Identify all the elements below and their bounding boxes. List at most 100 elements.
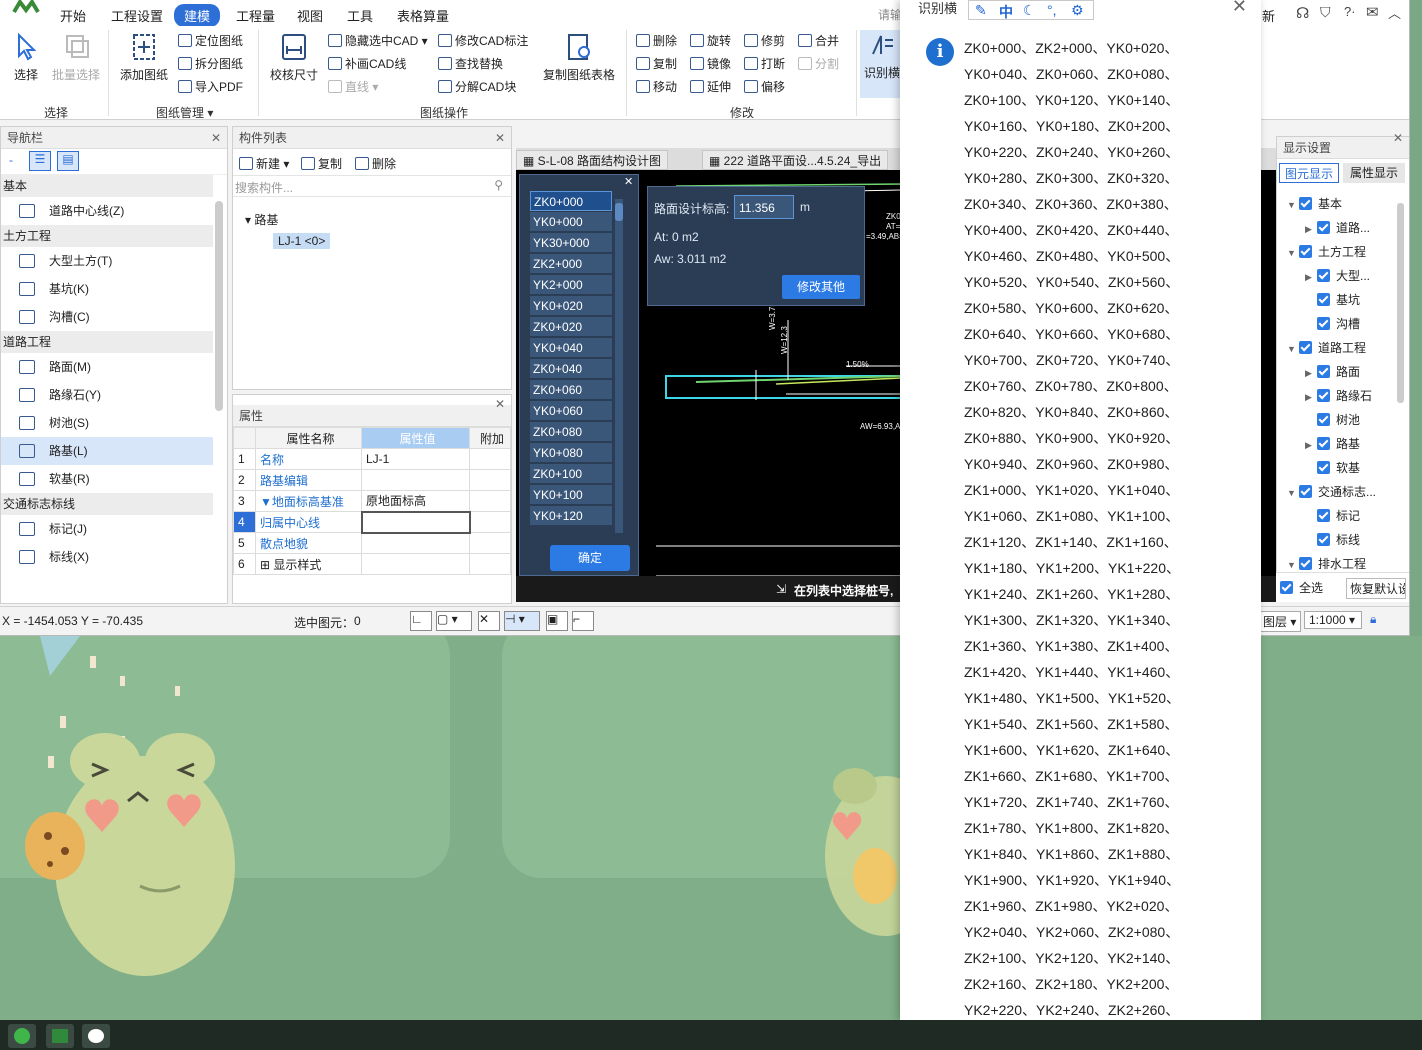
gear-icon[interactable]: ⚙	[1071, 2, 1084, 19]
rotate-button[interactable]: 旋转	[690, 32, 731, 49]
search-icon[interactable]: ⚲	[494, 178, 503, 192]
station-list-item[interactable]: ZK0+020	[530, 317, 612, 337]
display-tree-item[interactable]: 标记	[1305, 507, 1360, 524]
expand-arrow-icon[interactable]: ▶	[1305, 440, 1317, 451]
checkbox-checked[interactable]	[1317, 533, 1330, 546]
checkbox-checked[interactable]	[1317, 317, 1330, 330]
station-list-scrollbar[interactable]	[615, 199, 623, 533]
menu-tools[interactable]: 工具	[347, 6, 373, 25]
table-row[interactable]: 4 归属中心线	[233, 510, 511, 534]
tree-root[interactable]: ▾ 路基	[245, 211, 278, 228]
checkbox-checked[interactable]	[1299, 245, 1312, 258]
nav-scrollbar[interactable]	[215, 201, 223, 411]
component-search[interactable]: 搜索构件... ⚲	[233, 175, 511, 197]
app-taskbar-icon[interactable]	[46, 1024, 74, 1048]
menu-quantity[interactable]: 工程量	[236, 6, 275, 25]
expand-arrow-icon[interactable]: ▼	[1287, 488, 1299, 498]
nav-group-traffic[interactable]: 交通标志标线	[1, 493, 213, 515]
checkbox-checked[interactable]	[1317, 269, 1330, 282]
table-row[interactable]: 3 ▼地面标高基准 原地面标高	[233, 490, 511, 512]
extra-cell[interactable]	[469, 511, 511, 533]
expand-arrow-icon[interactable]: ▶	[1305, 368, 1317, 379]
station-list-item[interactable]: YK30+000	[530, 233, 612, 253]
display-tree-item[interactable]: ▶ 路面	[1305, 363, 1360, 380]
help-icon[interactable]: ?·	[1344, 4, 1356, 19]
station-list-item[interactable]: YK0+100	[530, 485, 612, 505]
nav-item-foundation-pit[interactable]: 基坑(K)	[1, 275, 213, 303]
display-tree-item[interactable]: ▶ 路缘石	[1305, 387, 1372, 404]
checkbox-checked[interactable]	[1299, 557, 1312, 570]
nav-group-road[interactable]: 道路工程	[1, 331, 213, 353]
tab-element-display[interactable]: 图元显示	[1279, 163, 1339, 183]
expand-arrow-icon[interactable]: ▶	[1305, 272, 1317, 283]
cross-icon[interactable]: ✕	[478, 611, 500, 631]
checkbox-checked[interactable]	[1317, 365, 1330, 378]
display-tree-item[interactable]: ▼ 土方工程	[1287, 243, 1366, 260]
close-icon[interactable]: ✕	[495, 393, 505, 415]
nav-item-tree-pit[interactable]: 树池(S)	[1, 409, 213, 437]
display-tree-item[interactable]: ▶ 路基	[1305, 435, 1360, 452]
batch-select-button[interactable]: 批量选择	[50, 32, 102, 83]
station-list-item[interactable]: YK0+120	[530, 506, 612, 526]
expand-arrow-icon[interactable]: ▼	[1287, 200, 1299, 210]
nav-item-trench[interactable]: 沟槽(C)	[1, 303, 213, 331]
checkbox-checked[interactable]	[1317, 437, 1330, 450]
attribute-value[interactable]	[361, 532, 470, 554]
table-row[interactable]: 5 散点地貌	[233, 532, 511, 554]
nav-group-basic[interactable]: 基本	[1, 175, 213, 197]
layer-dropdown[interactable]: 图层 ▾	[1258, 611, 1302, 632]
display-tree-item[interactable]: 沟槽	[1305, 315, 1360, 332]
snap-box-icon[interactable]: ▢ ▾	[436, 611, 472, 631]
menu-start[interactable]: 开始	[60, 6, 86, 25]
headset-icon[interactable]: ☊	[1296, 4, 1309, 22]
extra-cell[interactable]	[469, 490, 511, 512]
expand-arrow-icon[interactable]: ▶	[1305, 392, 1317, 403]
move-button[interactable]: 移动	[636, 78, 677, 95]
checkbox-checked[interactable]	[1299, 341, 1312, 354]
hide-cad-button[interactable]: 隐藏选中CAD ▾	[328, 32, 428, 49]
pen-icon[interactable]: ✎	[975, 2, 987, 19]
station-list-item[interactable]: YK0+060	[530, 401, 612, 421]
tab-attribute-display[interactable]: 属性显示	[1343, 163, 1405, 183]
nav-item-marking[interactable]: 标记(J)	[1, 515, 213, 543]
checkbox-checked[interactable]	[1317, 389, 1330, 402]
offset-button[interactable]: 偏移	[744, 78, 785, 95]
menu-project-settings[interactable]: 工程设置	[111, 6, 163, 25]
attribute-value[interactable]: LJ-1	[361, 448, 470, 470]
close-icon[interactable]: ✕	[1393, 127, 1403, 149]
checkbox-checked[interactable]	[1317, 509, 1330, 522]
display-tree-item[interactable]: ▼ 排水工程	[1287, 555, 1366, 572]
extend-button[interactable]: 延伸	[690, 78, 731, 95]
table-row[interactable]: 2 路基编辑	[233, 469, 511, 491]
trim-button[interactable]: 修剪	[744, 32, 785, 49]
expand-arrow-icon[interactable]: ▼	[1287, 248, 1299, 258]
browser-icon[interactable]	[8, 1024, 36, 1048]
nav-item-soft-foundation[interactable]: 软基(R)	[1, 465, 213, 493]
station-list-item[interactable]: ZK0+060	[530, 380, 612, 400]
scale-dropdown[interactable]: 1:1000 ▾	[1304, 611, 1362, 629]
lock-icon[interactable]: 🔒︎	[1370, 612, 1376, 627]
break-button[interactable]: 打断	[744, 55, 785, 72]
display-tree-item[interactable]: 树池	[1305, 411, 1360, 428]
station-list-item[interactable]: ZK0+100	[530, 464, 612, 484]
station-list-item[interactable]: ZK0+040	[530, 359, 612, 379]
station-list-item[interactable]: YK0+020	[530, 296, 612, 316]
nav-item-large-earthwork[interactable]: 大型土方(T)	[1, 247, 213, 275]
checkbox-checked[interactable]	[1317, 293, 1330, 306]
display-tree-item[interactable]: ▼ 道路工程	[1287, 339, 1366, 356]
expand-icon[interactable]: ⊞	[260, 558, 273, 572]
expand-arrow-icon[interactable]: ▼	[1287, 560, 1299, 570]
menu-modeling[interactable]: 建模	[174, 4, 221, 27]
modify-other-button[interactable]: 修改其他	[782, 275, 860, 299]
station-list-item[interactable]: YK0+000	[530, 212, 612, 232]
list-view-icon[interactable]: ☰	[29, 151, 51, 171]
wechat-icon[interactable]	[82, 1024, 110, 1048]
extra-cell[interactable]	[469, 469, 511, 491]
select-button[interactable]: 选择	[8, 32, 44, 83]
station-list-item[interactable]: YK2+000	[530, 275, 612, 295]
close-icon[interactable]: ✕	[495, 127, 505, 149]
table-row[interactable]: 1 名称 LJ-1	[233, 448, 511, 470]
check-size-button[interactable]: 校核尺寸	[266, 32, 322, 83]
fill-cad-button[interactable]: 补画CAD线	[328, 55, 406, 72]
nav-group-earthwork[interactable]: 土方工程	[1, 225, 213, 247]
